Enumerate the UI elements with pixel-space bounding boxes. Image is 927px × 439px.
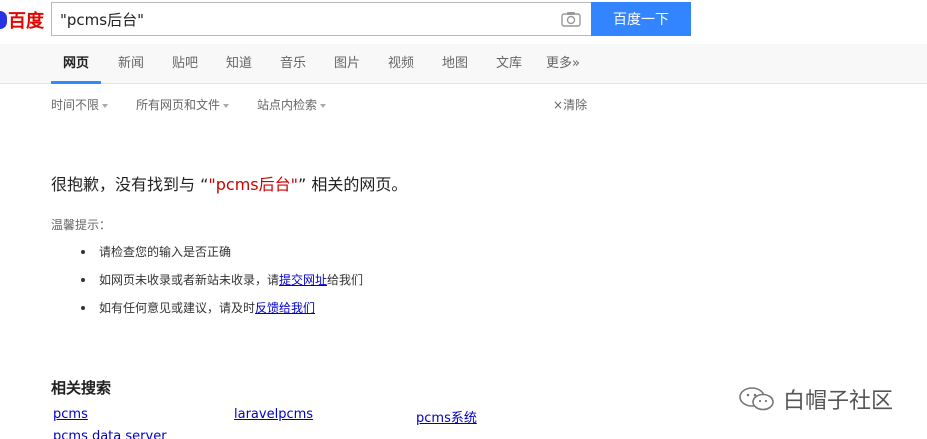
- caret-down-icon: [102, 103, 109, 108]
- list-item: 如网页未收录或者新站未收录，请提交网址给我们: [81, 272, 363, 300]
- search-box: [51, 2, 591, 36]
- tab-wenku[interactable]: 文库: [496, 44, 522, 84]
- related-search-link[interactable]: pcms data server: [53, 429, 167, 439]
- tab-zhidao[interactable]: 知道: [226, 44, 252, 84]
- clear-label: 清除: [563, 98, 588, 112]
- clear-filter-button[interactable]: ×清除: [553, 96, 587, 113]
- filetype-filter[interactable]: 所有网页和文件: [136, 96, 230, 113]
- time-filter-label: 时间不限: [51, 98, 100, 112]
- search-tools: 时间不限 所有网页和文件 站点内检索 ×清除: [0, 96, 927, 114]
- close-icon: ×: [553, 98, 564, 112]
- submit-url-link[interactable]: 提交网址: [279, 273, 327, 287]
- paw-icon: [0, 11, 7, 29]
- tab-tieba[interactable]: 贴吧: [172, 44, 198, 84]
- tab-news[interactable]: 新闻: [118, 44, 144, 84]
- no-result-query: "pcms后台": [208, 175, 298, 194]
- filetype-filter-label: 所有网页和文件: [136, 98, 221, 112]
- bullet-icon: [81, 250, 85, 254]
- watermark-text: 白帽子社区: [783, 389, 894, 414]
- tab-video[interactable]: 视频: [388, 44, 414, 84]
- list-item: 如有任何意见或建议，请及时反馈给我们: [81, 300, 363, 328]
- tip-text: 如有任何意见或建议，请及时: [99, 301, 256, 315]
- no-result-prefix: 很抱歉，没有找到与 “: [51, 175, 209, 194]
- tab-images[interactable]: 图片: [334, 44, 360, 84]
- bullet-icon: [81, 306, 85, 310]
- camera-icon[interactable]: [561, 11, 581, 27]
- wechat-icon: [739, 387, 774, 411]
- site-filter-label: 站点内检索: [257, 98, 318, 112]
- site-filter[interactable]: 站点内检索: [257, 96, 327, 113]
- no-result-suffix: ” 相关的网页。: [298, 175, 408, 194]
- list-item: 请检查您的输入是否正确: [81, 244, 363, 272]
- tab-map[interactable]: 地图: [442, 44, 468, 84]
- related-searches-title: 相关搜索: [51, 379, 112, 397]
- tab-webpage[interactable]: 网页: [51, 44, 102, 84]
- search-button[interactable]: 百度一下: [591, 2, 691, 36]
- related-search-link[interactable]: pcms: [53, 407, 88, 422]
- logo-text: 百度: [8, 11, 44, 32]
- related-search-link[interactable]: laravelpcms: [234, 407, 313, 422]
- caret-down-icon: [320, 103, 327, 108]
- tip-text: 如网页未收录或者新站未收录，请: [99, 273, 280, 287]
- bullet-icon: [81, 278, 85, 282]
- caret-down-icon: [223, 103, 230, 108]
- tip-text: 给我们: [327, 273, 364, 287]
- tab-music[interactable]: 音乐: [280, 44, 306, 84]
- tab-more[interactable]: 更多»: [546, 44, 580, 84]
- time-filter[interactable]: 时间不限: [51, 96, 109, 113]
- tip-text: 请检查您的输入是否正确: [99, 245, 232, 259]
- baidu-logo[interactable]: 百度: [0, 8, 44, 32]
- feedback-link[interactable]: 反馈给我们: [255, 301, 315, 315]
- tips-list: 请检查您的输入是否正确 如网页未收录或者新站未收录，请提交网址给我们 如有任何意…: [81, 244, 363, 328]
- tips-title: 温馨提示：: [51, 218, 112, 232]
- no-result-message: 很抱歉，没有找到与 “"pcms后台"” 相关的网页。: [51, 171, 407, 195]
- search-input[interactable]: [52, 4, 552, 34]
- related-search-link[interactable]: pcms系统: [416, 407, 477, 426]
- tab-bar: 网页 新闻 贴吧 知道 音乐 图片 视频 地图 文库 更多»: [0, 44, 927, 84]
- watermark: 白帽子社区: [737, 383, 893, 415]
